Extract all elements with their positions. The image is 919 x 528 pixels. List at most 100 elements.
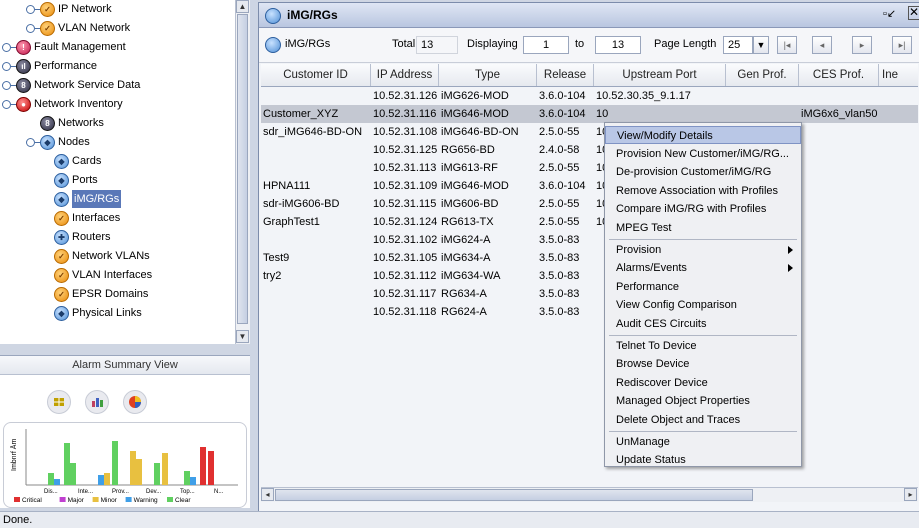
img-rg-icon [265, 37, 281, 53]
menu-item-rediscover-device[interactable]: Rediscover Device [605, 374, 801, 392]
cell-ip: 10.52.31.118 [373, 306, 437, 318]
menu-item-label: View/Modify Details [617, 130, 713, 142]
tree-scrollbar[interactable]: ▲ ▼ [235, 0, 250, 344]
menu-item-label: UnManage [616, 435, 670, 448]
menu-item-alarms-events[interactable]: Alarms/Events [605, 259, 801, 277]
scroll-thumb[interactable] [237, 14, 248, 324]
menu-item-de-provision-customer-img-rg[interactable]: De-provision Customer/iMG/RG [605, 163, 801, 181]
table-row[interactable]: HPNA111 10.52.31.109 iMG646-MOD 3.6.0-104 10 [261, 177, 918, 195]
menu-item-telnet-to-device[interactable]: Telnet To Device [605, 337, 801, 355]
expand-icon[interactable] [26, 24, 40, 33]
menu-item-provision-new-customer-img-rg[interactable]: Provision New Customer/iMG/RG... [605, 145, 801, 163]
cell-ip: 10.52.31.126 [373, 90, 438, 102]
menu-item-remove-association-with-profiles[interactable]: Remove Association with Profiles [605, 182, 801, 200]
table-view-icon[interactable] [47, 390, 71, 414]
table-row[interactable]: 10.52.31.102 iMG624-A 3.5.0-83 [261, 231, 918, 249]
menu-item-mpeg-test[interactable]: MPEG Test [605, 219, 801, 237]
table-row[interactable]: sdr-iMG606-BD 10.52.31.115 iMG606-BD 2.5.0-… [261, 195, 918, 213]
table-row[interactable]: GraphTest1 10.52.31.124 RG613-TX 2.5.0-55 10 [261, 213, 918, 231]
horizontal-scrollbar[interactable]: ◂ ▸ [261, 487, 918, 502]
expand-icon[interactable] [2, 81, 16, 90]
expand-icon[interactable] [26, 5, 40, 14]
table-row[interactable]: Test9 10.52.31.105 iMG634-A 3.5.0-83 [261, 249, 918, 267]
cell-ces [799, 87, 881, 105]
menu-item-update-status[interactable]: Update Status [605, 451, 801, 469]
split-pane-divider[interactable] [250, 0, 258, 510]
network-vlans-icon: ✓ [54, 249, 69, 264]
last-page-button[interactable]: ▸| [892, 36, 912, 54]
restore-icon[interactable]: ▫↙ [883, 7, 896, 20]
chevron-down-icon[interactable]: ▼ [753, 36, 769, 54]
to-input[interactable]: 13 [595, 36, 641, 54]
menu-item-browse-device[interactable]: Browse Device [605, 355, 801, 373]
menu-item-audit-ces-circuits[interactable]: Audit CES Circuits [605, 315, 801, 333]
scroll-thumb[interactable] [275, 489, 753, 501]
cards-icon: ◆ [54, 154, 69, 169]
alarm-summary-panel: Alarm Summary View Imbnrf Ām Dis... Inte..… [0, 355, 250, 508]
nodes-icon: ◆ [40, 135, 55, 150]
menu-item-performance[interactable]: Performance [605, 278, 801, 296]
cell-type: iMG646-MOD [441, 108, 509, 120]
column-header-gen-prof[interactable]: Gen Prof. [726, 64, 799, 86]
table-row[interactable]: 10.52.31.113 iMG613-RF 2.5.0-55 10 [261, 159, 918, 177]
tree-item-label: EPSR Domains [72, 288, 149, 300]
cell-customer [261, 159, 373, 177]
menu-item-view-config-comparison[interactable]: View Config Comparison [605, 296, 801, 314]
table-row[interactable]: Customer_XYZ 10.52.31.116 iMG646-MOD 3.6.0-… [261, 105, 918, 123]
menu-item-managed-object-properties[interactable]: Managed Object Properties [605, 392, 801, 410]
cell-ip: 10.52.31.113 [373, 162, 437, 174]
page-length-select[interactable]: 25 [723, 36, 753, 54]
cell-ces [799, 159, 881, 177]
context-menu: View/Modify Details Provision New Custome… [604, 122, 802, 467]
previous-page-button[interactable]: ◂ [812, 36, 832, 54]
cell-ces [799, 123, 881, 141]
alarm-bar [112, 441, 118, 485]
next-page-button[interactable]: ▸ [852, 36, 872, 54]
menu-item-provision[interactable]: Provision [605, 241, 801, 259]
table-row[interactable]: 10.52.31.126 iMG626-MOD 3.6.0-104 10.52.30.… [261, 87, 918, 105]
scroll-right-button[interactable]: ▸ [904, 488, 917, 501]
from-input[interactable]: 1 [523, 36, 569, 54]
status-bar: Done. [0, 511, 919, 528]
cell-type: iMG624-A [441, 234, 491, 246]
column-header-type[interactable]: Type [439, 64, 537, 86]
column-header-release[interactable]: Release [537, 64, 594, 86]
column-header-ip-address[interactable]: IP Address [371, 64, 439, 86]
table-row[interactable]: 10.52.31.118 RG624-A 3.5.0-83 [261, 303, 918, 321]
cell-customer: Customer_XYZ [263, 108, 339, 120]
menu-item-view-modify-details[interactable]: View/Modify Details [605, 126, 801, 144]
tree-item-label: Ports [72, 174, 98, 186]
alarm-chart-frame: Imbnrf Ām Dis... Inte... Prov... Dev... Top..… [3, 422, 247, 508]
menu-item-compare-img-rg-with-profiles[interactable]: Compare iMG/RG with Profiles [605, 200, 801, 218]
expand-icon[interactable] [2, 43, 16, 52]
expand-icon[interactable] [2, 62, 16, 71]
scroll-left-button[interactable]: ◂ [261, 488, 274, 501]
column-header-ine[interactable]: Ine [879, 64, 918, 86]
column-header-ces-prof[interactable]: CES Prof. [799, 64, 879, 86]
interfaces-icon: ✓ [54, 211, 69, 226]
menu-item-label: Compare iMG/RG with Profiles [616, 203, 767, 216]
column-header-customer-id[interactable]: Customer ID [261, 64, 371, 86]
cell-ces [799, 285, 881, 303]
alarm-bar-chart: Imbnrf Ām Dis... Inte... Prov... Dev... Top..… [10, 429, 238, 504]
menu-item-label: View Config Comparison [616, 299, 737, 312]
menu-item-delete-object-and-traces[interactable]: Delete Object and Traces [605, 411, 801, 429]
first-page-button[interactable]: |◂ [777, 36, 797, 54]
scroll-up-button[interactable]: ▲ [236, 0, 249, 13]
pie-chart-icon[interactable] [123, 390, 147, 414]
table-row[interactable]: 10.52.31.117 RG634-A 3.5.0-83 [261, 285, 918, 303]
table-row[interactable]: sdr_iMG646-BD-ON 10.52.31.108 iMG646-BD-ON… [261, 123, 918, 141]
menu-item-unmanage[interactable]: UnManage [605, 433, 801, 451]
bar-chart-icon[interactable] [85, 390, 109, 414]
close-icon[interactable]: ✕ [908, 6, 919, 20]
cell-ces [799, 141, 881, 159]
table-row[interactable]: try2 10.52.31.112 iMG634-WA 3.5.0-83 [261, 267, 918, 285]
collapse-icon[interactable] [2, 100, 16, 109]
cell-release: 2.5.0-55 [539, 216, 580, 228]
column-header-upstream-port[interactable]: Upstream Port [594, 64, 726, 86]
expand-icon[interactable] [26, 138, 40, 147]
cell-customer [261, 231, 373, 249]
scroll-down-button[interactable]: ▼ [236, 330, 249, 343]
alarm-bar [64, 443, 70, 485]
table-row[interactable]: 10.52.31.125 RG656-BD 2.4.0-58 10 [261, 141, 918, 159]
